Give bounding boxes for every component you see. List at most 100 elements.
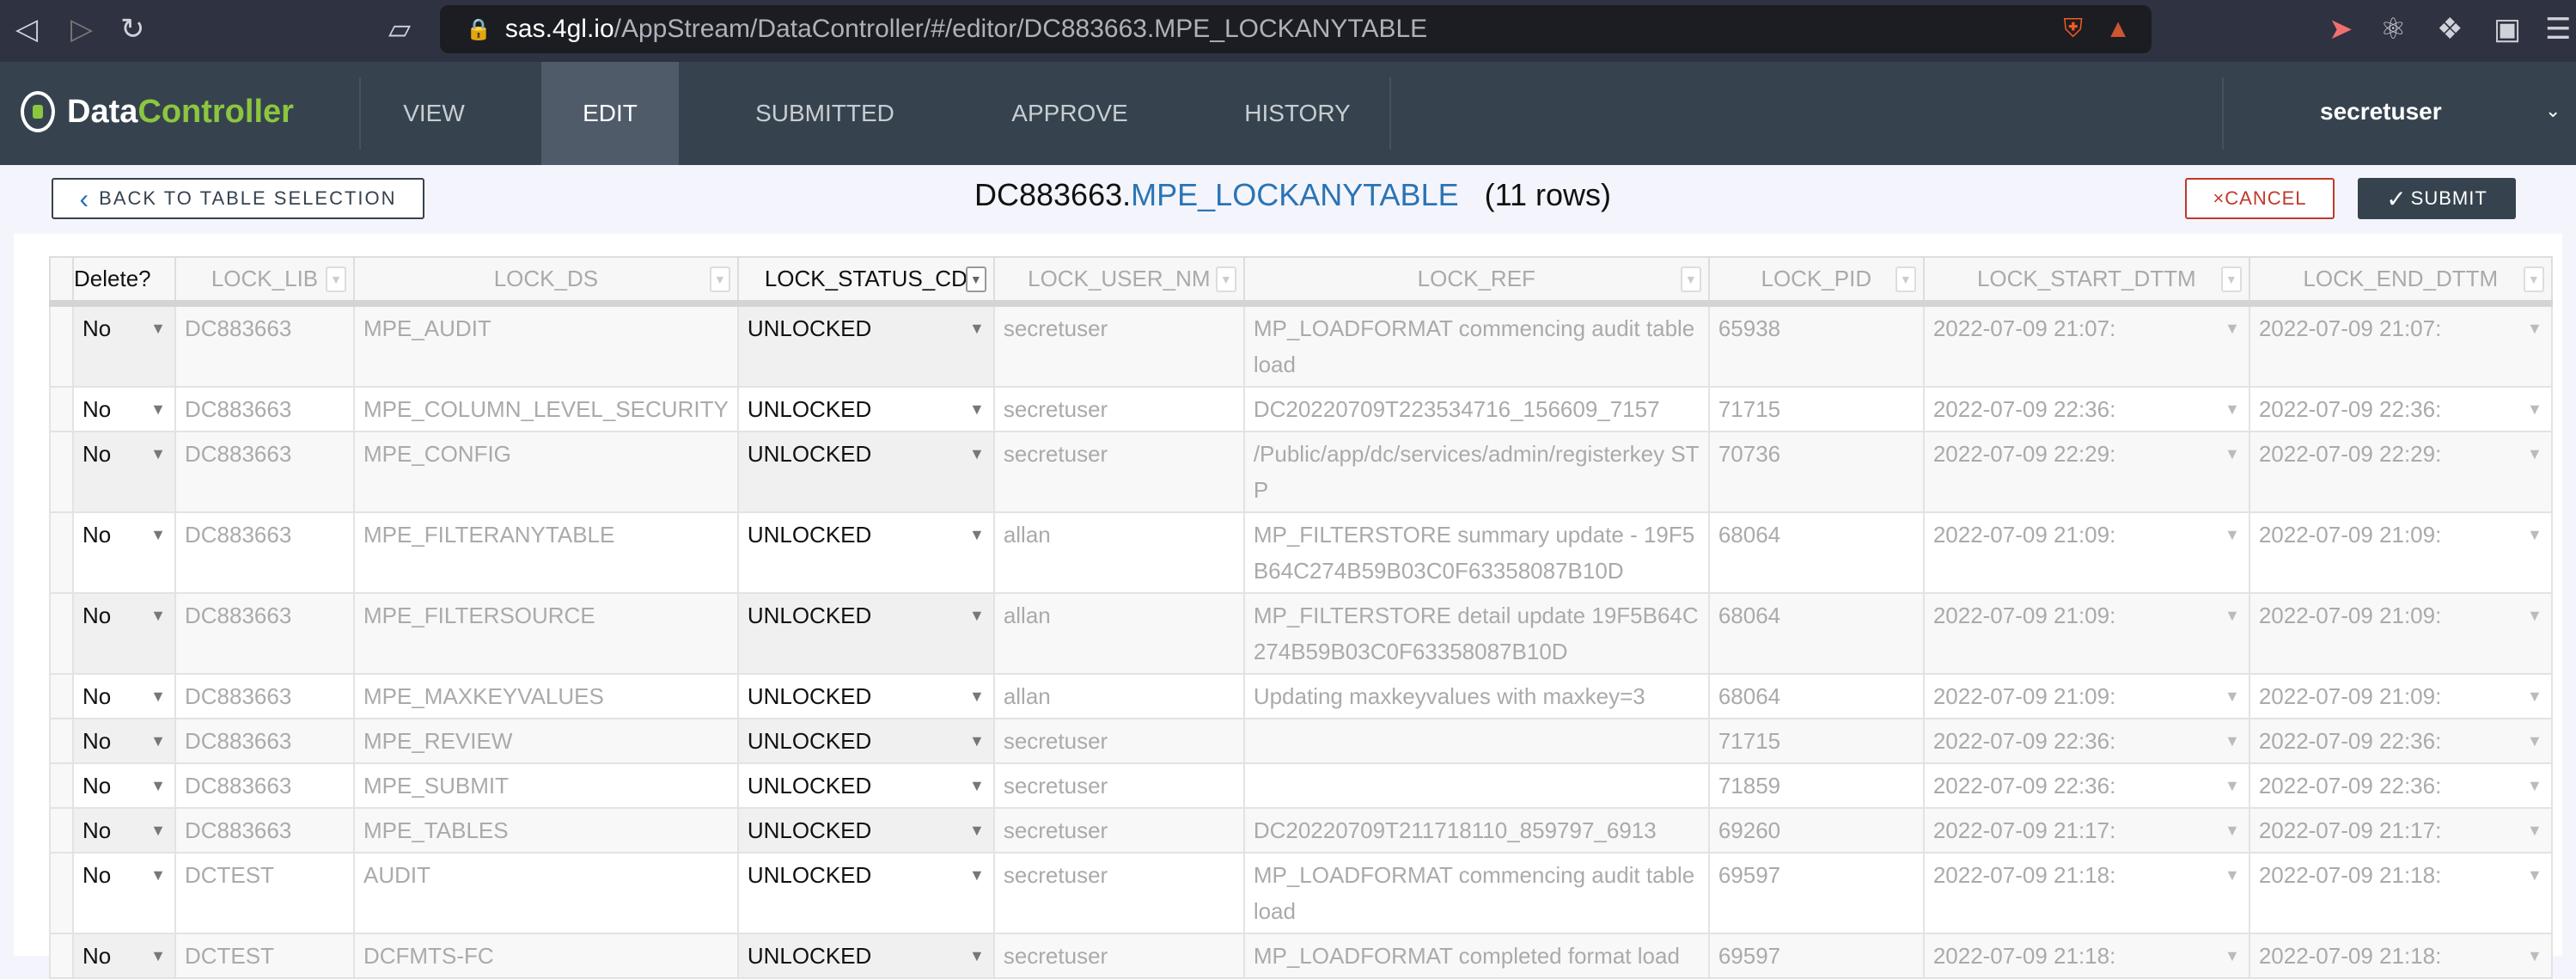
cell-delete[interactable]: No ▼ (72, 762, 176, 809)
dropdown-arrow-icon[interactable]: ▼ (969, 678, 985, 714)
cell-lock-ref[interactable]: DC20220709T211718110_859797_6913 (1242, 807, 1710, 854)
dropdown-arrow-icon[interactable]: ▼ (2225, 723, 2240, 759)
cell-lock-status-cd[interactable]: UNLOCKED ▼ (736, 592, 995, 675)
cell-lock-pid[interactable]: 69260 (1707, 807, 1925, 854)
filter-icon[interactable]: ▼ (1680, 266, 1701, 292)
cell-lock-ref[interactable]: MP_FILTERSTORE summary update - 19F5B64C… (1242, 511, 1710, 594)
user-menu[interactable]: secretuser (2320, 98, 2442, 125)
cell-lock-end-dttm[interactable]: 2022-07-09 21:18: ▼ (2248, 852, 2553, 934)
cell-lock-start-dttm[interactable]: 2022-07-09 22:29: ▼ (1922, 431, 2250, 513)
dropdown-arrow-icon[interactable]: ▼ (2527, 436, 2542, 472)
filter-icon[interactable]: ▼ (326, 266, 346, 292)
row-header[interactable] (49, 592, 74, 675)
cell-lock-lib[interactable]: DC883663 (174, 673, 355, 719)
dropdown-arrow-icon[interactable]: ▼ (150, 723, 166, 759)
filter-icon[interactable]: ▼ (709, 266, 730, 292)
dropdown-arrow-icon[interactable]: ▼ (150, 938, 166, 974)
back-to-table-selection-button[interactable]: ‹ BACK TO TABLE SELECTION (52, 178, 424, 219)
tab-approve[interactable]: APPROVE (971, 62, 1169, 165)
extensions-puzzle-icon[interactable]: ❖ (2437, 12, 2463, 46)
filter-icon[interactable]: ▼ (1895, 266, 1916, 292)
filter-icon[interactable]: ▼ (2523, 266, 2544, 292)
cell-lock-end-dttm[interactable]: 2022-07-09 22:36: ▼ (2248, 762, 2553, 809)
cell-lock-status-cd[interactable]: UNLOCKED ▼ (736, 762, 995, 809)
cell-lock-ds[interactable]: MPE_TABLES (353, 807, 739, 854)
cell-lock-end-dttm[interactable]: 2022-07-09 21:18: ▼ (2248, 933, 2553, 979)
tab-submitted[interactable]: SUBMITTED (713, 62, 937, 165)
dropdown-arrow-icon[interactable]: ▼ (2225, 597, 2240, 633)
cell-lock-status-cd[interactable]: UNLOCKED ▼ (736, 933, 995, 979)
cell-delete[interactable]: No ▼ (72, 431, 176, 513)
tab-view[interactable]: VIEW (361, 62, 507, 165)
dropdown-arrow-icon[interactable]: ▼ (969, 857, 985, 893)
cell-lock-end-dttm[interactable]: 2022-07-09 22:36: ▼ (2248, 718, 2553, 764)
cell-lock-pid[interactable]: 69597 (1707, 933, 1925, 979)
cell-lock-ref[interactable] (1242, 762, 1710, 809)
dropdown-arrow-icon[interactable]: ▼ (969, 517, 985, 553)
cell-lock-pid[interactable]: 71715 (1707, 386, 1925, 432)
cell-delete[interactable]: No ▼ (72, 673, 176, 719)
cell-delete[interactable]: No ▼ (72, 511, 176, 594)
dropdown-arrow-icon[interactable]: ▼ (2225, 678, 2240, 714)
cell-lock-ref[interactable]: DC20220709T223534716_156609_7157 (1242, 386, 1710, 432)
dropdown-arrow-icon[interactable]: ▼ (2527, 938, 2542, 974)
cell-lock-ds[interactable]: MPE_MAXKEYVALUES (353, 673, 739, 719)
brave-rewards-icon[interactable]: ▲ (2105, 15, 2131, 44)
forward-icon[interactable]: ▷ (70, 12, 93, 46)
tab-history[interactable]: HISTORY (1203, 62, 1392, 165)
cell-lock-lib[interactable]: DC883663 (174, 592, 355, 675)
cell-lock-user-nm[interactable]: secretuser (992, 303, 1245, 388)
row-header[interactable] (49, 852, 74, 934)
tab-edit[interactable]: EDIT (541, 62, 679, 165)
dropdown-arrow-icon[interactable]: ▼ (969, 391, 985, 427)
column-header-lock-ref[interactable]: LOCK_REF ▼ (1242, 256, 1710, 307)
cell-delete[interactable]: No ▼ (72, 718, 176, 764)
dropdown-arrow-icon[interactable]: ▼ (969, 723, 985, 759)
cell-lock-end-dttm[interactable]: 2022-07-09 22:36: ▼ (2248, 386, 2553, 432)
cell-lock-pid[interactable]: 68064 (1707, 592, 1925, 675)
cell-lock-ds[interactable]: DCFMTS-FC (353, 933, 739, 979)
cell-lock-lib[interactable]: DC883663 (174, 807, 355, 854)
cell-lock-status-cd[interactable]: UNLOCKED ▼ (736, 386, 995, 432)
cell-lock-ds[interactable]: MPE_COLUMN_LEVEL_SECURITY (353, 386, 739, 432)
cell-lock-user-nm[interactable]: allan (992, 511, 1245, 594)
cell-lock-start-dttm[interactable]: 2022-07-09 21:09: ▼ (1922, 511, 2250, 594)
cell-lock-start-dttm[interactable]: 2022-07-09 22:36: ▼ (1922, 386, 2250, 432)
dropdown-arrow-icon[interactable]: ▼ (2527, 597, 2542, 633)
cell-lock-user-nm[interactable]: allan (992, 592, 1245, 675)
cell-delete[interactable]: No ▼ (72, 592, 176, 675)
dropdown-arrow-icon[interactable]: ▼ (969, 310, 985, 346)
cell-delete[interactable]: No ▼ (72, 386, 176, 432)
cell-lock-status-cd[interactable]: UNLOCKED ▼ (736, 511, 995, 594)
cell-lock-user-nm[interactable]: allan (992, 673, 1245, 719)
dropdown-arrow-icon[interactable]: ▼ (150, 678, 166, 714)
cell-lock-pid[interactable]: 71715 (1707, 718, 1925, 764)
react-devtools-icon[interactable]: ⚛ (2380, 12, 2406, 46)
cell-lock-pid[interactable]: 65938 (1707, 303, 1925, 388)
cell-lock-user-nm[interactable]: secretuser (992, 933, 1245, 979)
reload-icon[interactable]: ↻ (120, 12, 145, 46)
wallet-icon[interactable]: ▣ (2494, 12, 2521, 46)
cell-lock-status-cd[interactable]: UNLOCKED ▼ (736, 303, 995, 388)
dropdown-arrow-icon[interactable]: ▼ (969, 768, 985, 804)
cell-lock-end-dttm[interactable]: 2022-07-09 21:09: ▼ (2248, 592, 2553, 675)
menu-icon[interactable]: ☰ (2545, 12, 2571, 46)
dropdown-arrow-icon[interactable]: ▼ (2225, 517, 2240, 553)
row-header[interactable] (49, 303, 74, 388)
dropdown-arrow-icon[interactable]: ▼ (2225, 391, 2240, 427)
dropdown-arrow-icon[interactable]: ▼ (2527, 768, 2542, 804)
cell-lock-lib[interactable]: DC883663 (174, 303, 355, 388)
address-bar[interactable]: 🔒 sas.4gl.io/AppStream/DataController/#/… (440, 5, 2152, 53)
cell-lock-ref[interactable]: MP_FILTERSTORE detail update 19F5B64C274… (1242, 592, 1710, 675)
cell-lock-pid[interactable]: 69597 (1707, 852, 1925, 934)
cell-lock-lib[interactable]: DC883663 (174, 386, 355, 432)
dropdown-arrow-icon[interactable]: ▼ (2225, 857, 2240, 893)
cell-lock-pid[interactable]: 68064 (1707, 511, 1925, 594)
cell-lock-status-cd[interactable]: UNLOCKED ▼ (736, 673, 995, 719)
cancel-button[interactable]: × CANCEL (2185, 178, 2335, 219)
dropdown-arrow-icon[interactable]: ▼ (969, 436, 985, 472)
column-header-lock-start-dttm[interactable]: LOCK_START_DTTM ▼ (1922, 256, 2250, 307)
dropdown-arrow-icon[interactable]: ▼ (2225, 768, 2240, 804)
dropdown-arrow-icon[interactable]: ▼ (150, 517, 166, 553)
cell-delete[interactable]: No ▼ (72, 852, 176, 934)
